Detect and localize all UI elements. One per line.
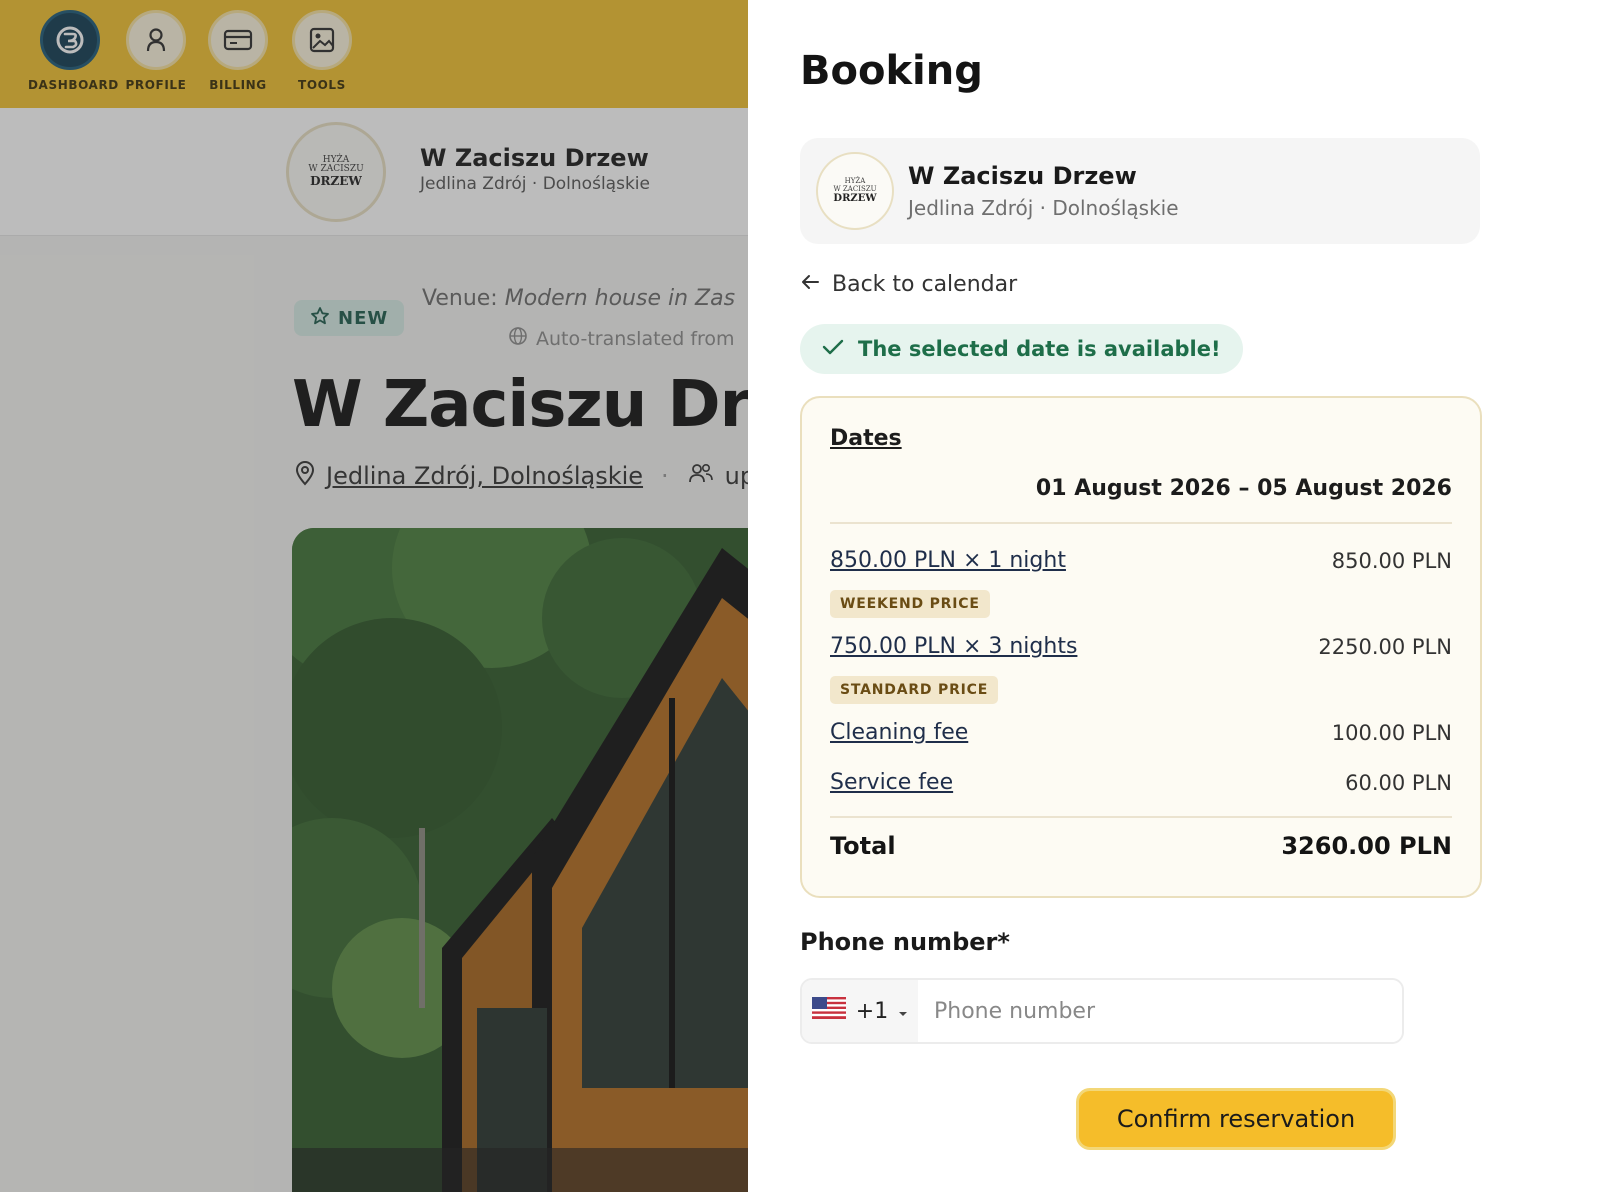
booking-panel: Booking HYŻA W ZACISZU DRZEW W Zaciszu D… [748,0,1600,1192]
phone-input[interactable] [918,980,1402,1042]
country-code-select[interactable]: +1 [802,980,918,1042]
booking-title: Booking [800,48,983,94]
dates-label[interactable]: Dates [830,426,902,451]
divider [830,522,1452,524]
divider [830,816,1452,818]
standard-price-tag: STANDARD PRICE [830,676,999,704]
phone-label: Phone number* [800,928,1010,956]
cleaning-fee-value: 100.00 PLN [1331,721,1452,745]
venue-summary-card: HYŻA W ZACISZU DRZEW W Zaciszu Drzew Jed… [800,138,1480,244]
standard-rate-value: 2250.00 PLN [1318,635,1452,659]
back-to-calendar-link[interactable]: Back to calendar [800,272,1017,297]
modal-backdrop[interactable] [0,0,760,1192]
dates-range: 01 August 2026 – 05 August 2026 [1035,476,1452,501]
standard-rate-label[interactable]: 750.00 PLN × 3 nights [830,634,1077,659]
card-venue-name: W Zaciszu Drzew [908,162,1137,190]
phone-field: +1 [800,978,1404,1044]
arrow-left-icon [800,272,820,297]
caret-down-icon [898,999,908,1024]
logo-small-line-3: DRZEW [833,193,877,205]
service-fee-value: 60.00 PLN [1345,771,1452,795]
service-fee-label[interactable]: Service fee [830,770,953,795]
cleaning-fee-label[interactable]: Cleaning fee [830,720,968,745]
price-breakdown: Dates 01 August 2026 – 05 August 2026 85… [800,396,1482,898]
background-page: DASHBOARD PROFILE BILLING TOOLS HYŻA W Z… [0,0,760,1192]
weekend-rate-label[interactable]: 850.00 PLN × 1 night [830,548,1066,573]
back-link-label: Back to calendar [832,272,1018,297]
total-value: 3260.00 PLN [1281,832,1452,860]
confirm-reservation-button[interactable]: Confirm reservation [1076,1088,1396,1150]
us-flag-icon [811,997,846,1025]
logo-small-line-2: W ZACISZU [833,184,877,193]
availability-text: The selected date is available! [858,337,1221,361]
total-label: Total [830,832,896,860]
check-icon [822,337,844,361]
availability-banner: The selected date is available! [800,324,1243,374]
country-code: +1 [855,998,889,1024]
venue-logo-small: HYŻA W ZACISZU DRZEW [816,152,894,230]
weekend-price-tag: WEEKEND PRICE [830,590,990,618]
card-venue-location: Jedlina Zdrój · Dolnośląskie [908,196,1179,220]
weekend-rate-value: 850.00 PLN [1331,549,1452,573]
